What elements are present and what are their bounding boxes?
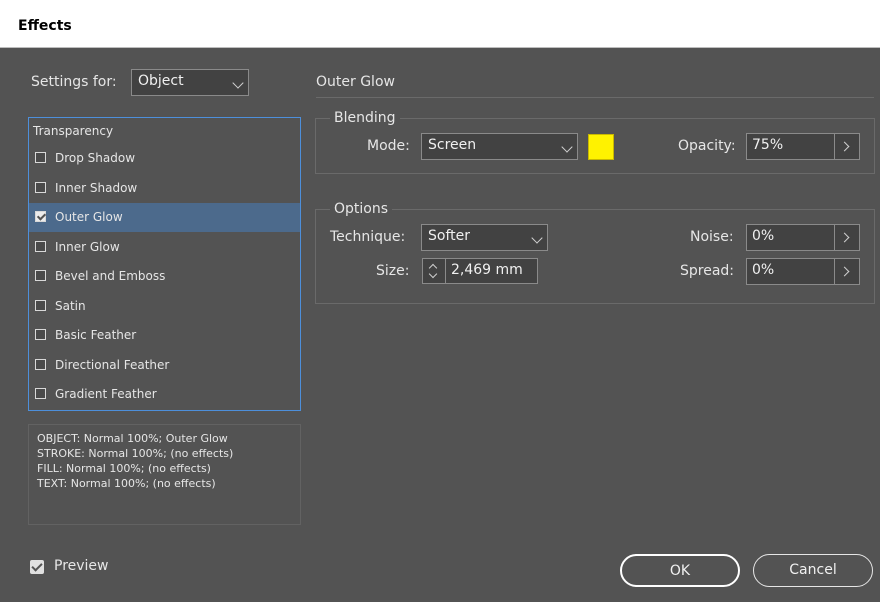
spread-label: Spread: — [680, 263, 735, 279]
noise-field[interactable]: 0% — [746, 224, 860, 251]
effects-summary: OBJECT: Normal 100%; Outer Glow STROKE: … — [28, 424, 301, 525]
spread-slider-button[interactable] — [834, 259, 859, 284]
list-item-label: Inner Shadow — [55, 181, 138, 195]
panel-title: Outer Glow — [316, 74, 395, 90]
noise-value: 0% — [752, 228, 775, 244]
noise-label: Noise: — [690, 229, 734, 245]
list-item-label: Inner Glow — [55, 240, 120, 254]
chevron-down-icon — [531, 232, 543, 244]
list-item-label: Outer Glow — [55, 210, 123, 224]
list-item-transparency[interactable]: Transparency — [33, 124, 113, 138]
list-item-inner-shadow[interactable]: Inner Shadow — [29, 174, 300, 203]
list-item-gradient-feather[interactable]: Gradient Feather — [29, 380, 300, 409]
noise-slider-button[interactable] — [834, 225, 859, 250]
checkbox-inner-glow[interactable] — [35, 241, 46, 252]
summary-line-stroke: STROKE: Normal 100%; (no effects) — [37, 447, 234, 460]
chevron-right-icon — [839, 232, 850, 243]
size-spin-buttons[interactable] — [423, 259, 446, 283]
list-item-label: Gradient Feather — [55, 387, 157, 401]
size-stepper[interactable]: 2,469 mm — [422, 258, 538, 284]
divider — [316, 97, 874, 98]
options-title: Options — [330, 201, 393, 217]
list-item-basic-feather[interactable]: Basic Feather — [29, 321, 300, 350]
settings-for-dropdown[interactable]: Object — [131, 69, 249, 96]
list-item-label: Satin — [55, 299, 86, 313]
size-label: Size: — [376, 263, 410, 279]
size-value: 2,469 mm — [451, 262, 523, 278]
glow-color-swatch[interactable] — [588, 134, 614, 160]
checkbox-satin[interactable] — [35, 300, 46, 311]
chevron-down-icon — [561, 141, 573, 153]
opacity-field[interactable]: 75% — [746, 133, 860, 160]
checkbox-drop-shadow[interactable] — [35, 152, 46, 163]
technique-dropdown[interactable]: Softer — [421, 224, 548, 251]
preview-label[interactable]: Preview — [54, 558, 109, 574]
summary-line-text: TEXT: Normal 100%; (no effects) — [37, 477, 216, 490]
checkbox-basic-feather[interactable] — [35, 329, 46, 340]
checkbox-directional-feather[interactable] — [35, 359, 46, 370]
checkbox-outer-glow[interactable] — [35, 211, 46, 222]
cancel-button[interactable]: Cancel — [753, 554, 873, 587]
blending-title: Blending — [330, 110, 400, 126]
window-title: Effects — [18, 18, 72, 34]
opacity-slider-button[interactable] — [834, 134, 859, 159]
spread-field[interactable]: 0% — [746, 258, 860, 285]
list-item-inner-glow[interactable]: Inner Glow — [29, 233, 300, 262]
technique-label: Technique: — [330, 229, 406, 245]
list-item-label: Bevel and Emboss — [55, 269, 166, 283]
checkbox-bevel-and-emboss[interactable] — [35, 270, 46, 281]
list-item-label: Basic Feather — [55, 328, 137, 342]
list-item-directional-feather[interactable]: Directional Feather — [29, 351, 300, 380]
chevron-right-icon — [839, 141, 850, 152]
settings-for-value: Object — [138, 73, 184, 89]
technique-value: Softer — [428, 228, 470, 244]
list-item-bevel-and-emboss[interactable]: Bevel and Emboss — [29, 262, 300, 291]
chevron-down-icon[interactable] — [428, 269, 438, 279]
list-item-drop-shadow[interactable]: Drop Shadow — [29, 144, 300, 173]
chevron-down-icon — [232, 77, 244, 89]
mode-label: Mode: — [367, 138, 410, 154]
ok-button[interactable]: OK — [620, 554, 740, 587]
settings-for-label: Settings for: — [31, 74, 117, 90]
summary-line-object: OBJECT: Normal 100%; Outer Glow — [37, 432, 228, 445]
spread-value: 0% — [752, 262, 775, 278]
preview-checkbox[interactable] — [30, 560, 44, 574]
list-item-label: Directional Feather — [55, 358, 170, 372]
effects-list: Transparency Drop Shadow Inner Shadow Ou… — [28, 117, 301, 411]
list-item-satin[interactable]: Satin — [29, 292, 300, 321]
mode-value: Screen — [428, 137, 477, 153]
title-bar: Effects — [0, 0, 880, 48]
opacity-label: Opacity: — [678, 138, 736, 154]
summary-line-fill: FILL: Normal 100%; (no effects) — [37, 462, 211, 475]
mode-dropdown[interactable]: Screen — [421, 133, 578, 160]
chevron-right-icon — [839, 266, 850, 277]
list-item-outer-glow[interactable]: Outer Glow — [29, 203, 300, 232]
opacity-value: 75% — [752, 137, 784, 153]
list-item-label: Drop Shadow — [55, 151, 136, 165]
checkbox-gradient-feather[interactable] — [35, 388, 46, 399]
checkbox-inner-shadow[interactable] — [35, 182, 46, 193]
